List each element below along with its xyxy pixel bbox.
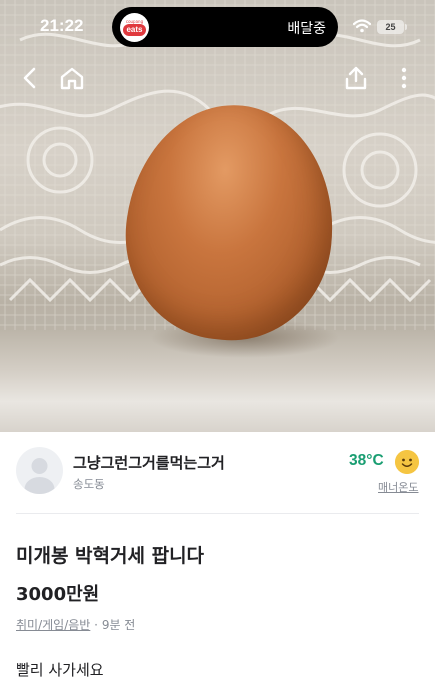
- share-icon: [345, 66, 367, 90]
- wifi-icon: [353, 19, 371, 33]
- price: 3000만원: [16, 584, 100, 605]
- posted-time: 9분 전: [101, 618, 136, 632]
- home-button[interactable]: [56, 62, 88, 94]
- dynamic-island[interactable]: coupang eats 배달중: [112, 7, 338, 47]
- share-button[interactable]: [340, 62, 372, 94]
- coupang-eats-icon: coupang eats: [120, 13, 149, 42]
- status-bar: 21:22 coupang eats 배달중 25: [0, 0, 435, 50]
- avatar[interactable]: [16, 447, 63, 494]
- status-time: 21:22: [40, 16, 84, 35]
- seller-name[interactable]: 그냥그런그거를먹는그거: [73, 452, 225, 473]
- chevron-left-icon: [23, 67, 36, 89]
- app-badge: eats: [123, 24, 146, 36]
- home-icon: [60, 67, 84, 90]
- meta-separator: ·: [94, 618, 98, 632]
- smile-face-icon: [395, 450, 419, 474]
- more-button[interactable]: [388, 62, 420, 94]
- manner-temperature: 38°C: [349, 452, 384, 469]
- back-button[interactable]: [14, 62, 46, 94]
- battery-indicator: 25: [377, 20, 407, 34]
- post-description: 빨리 사가세요: [16, 661, 104, 679]
- delivery-status: 배달중: [287, 21, 326, 37]
- manner-temperature-label[interactable]: 매너온도: [378, 479, 418, 495]
- divider: [16, 513, 419, 514]
- seller-location: 송도동: [73, 477, 105, 491]
- more-vertical-icon: [401, 67, 407, 89]
- post-title: 미개봉 박혁거세 팝니다: [16, 545, 205, 567]
- seller-profile[interactable]: 그냥그런그거를먹는그거 송도동 38°C 매너온도: [0, 432, 435, 514]
- category-link[interactable]: 취미/게임/음반: [16, 618, 90, 632]
- post-meta: 취미/게임/음반 · 9분 전: [16, 616, 135, 633]
- default-avatar-icon: [24, 458, 55, 494]
